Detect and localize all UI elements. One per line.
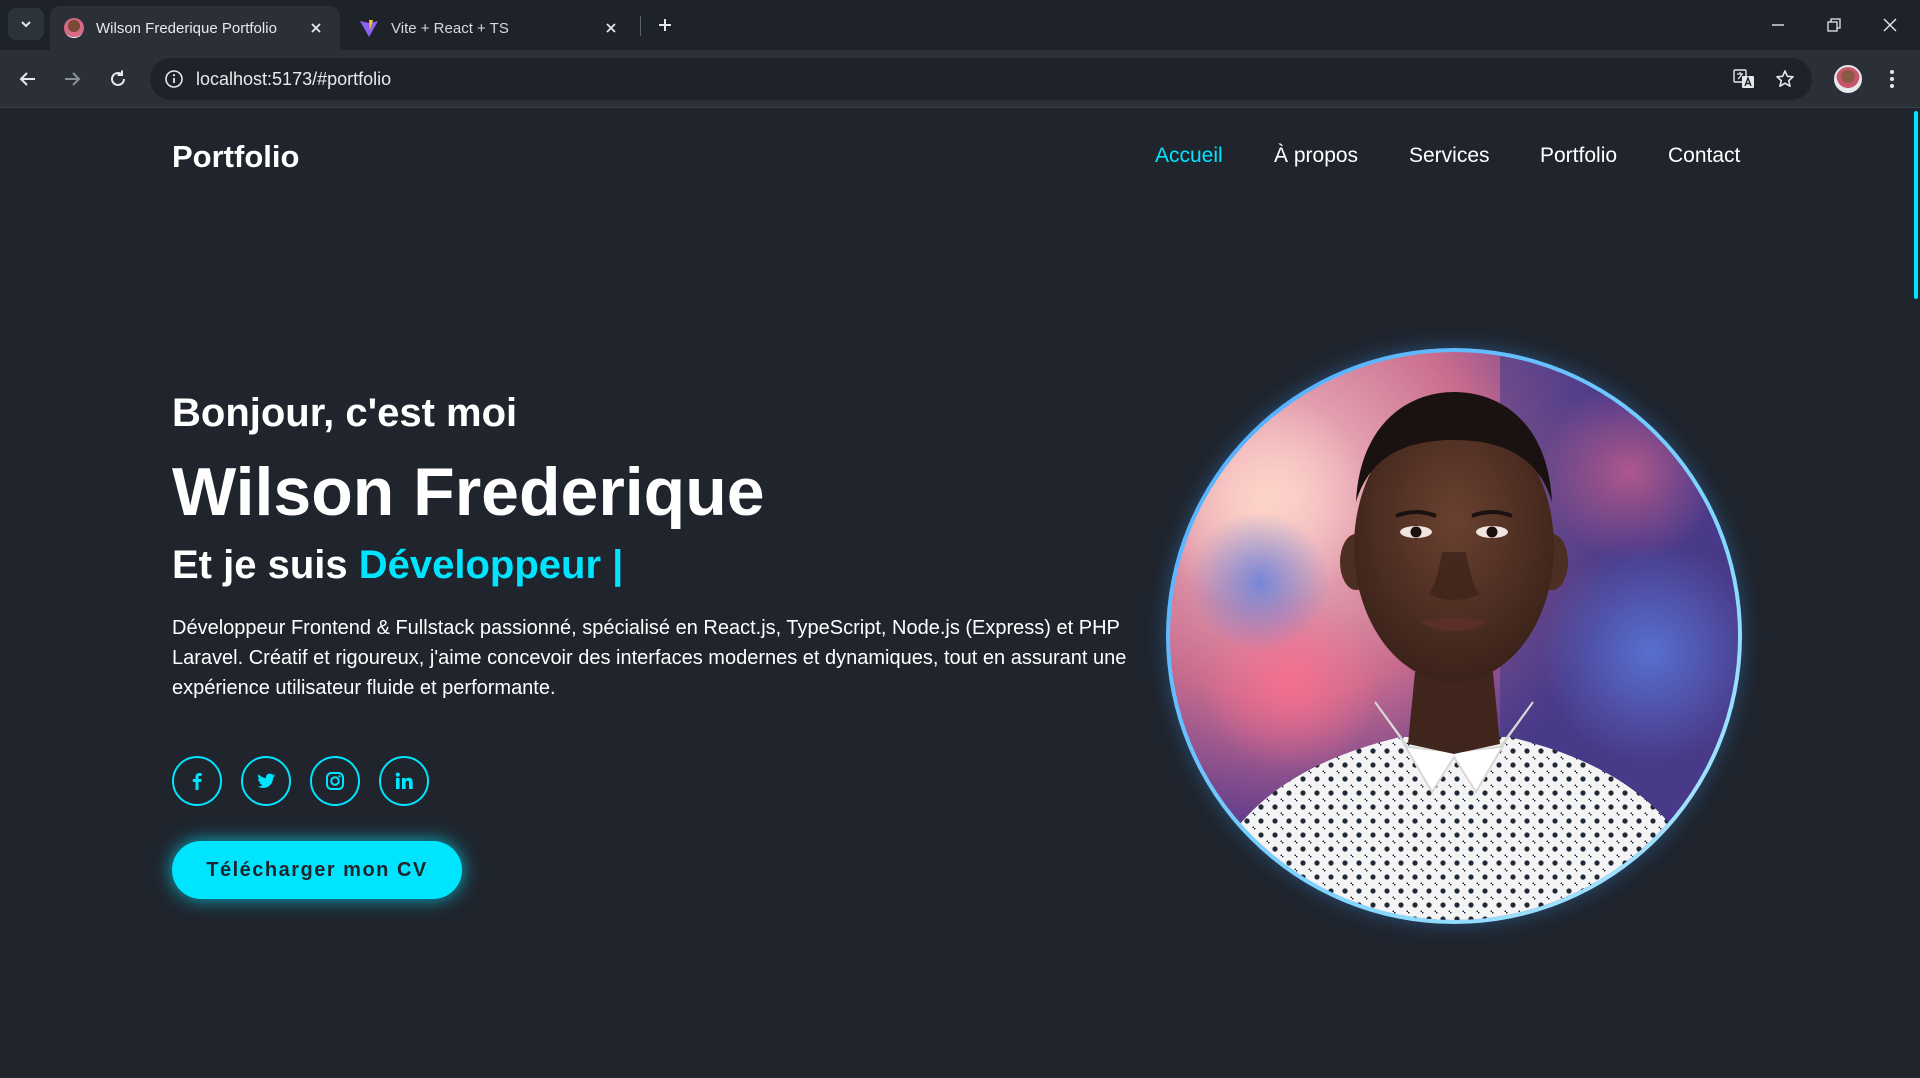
tab-title: Vite + React + TS: [391, 19, 509, 37]
page-viewport: Portfolio Accueil À propos Services Port…: [0, 109, 1920, 1078]
instagram-link[interactable]: [310, 756, 360, 806]
site-logo[interactable]: Portfolio: [172, 139, 299, 175]
reload-icon: [111, 70, 125, 86]
address-bar[interactable]: localhost:5173/#portfolio: [150, 58, 1812, 100]
bookmark-star-icon[interactable]: [1773, 67, 1797, 91]
profile-avatar[interactable]: [1834, 65, 1862, 93]
hero-name: Wilson Frederique: [172, 454, 765, 530]
instagram-icon: [326, 772, 344, 790]
twitter-link[interactable]: [241, 756, 291, 806]
arrow-right-icon: [65, 72, 81, 86]
linkedin-icon: [395, 772, 413, 789]
facebook-icon: [192, 773, 202, 790]
twitter-icon: [257, 773, 276, 788]
more-menu-icon[interactable]: [1878, 65, 1906, 93]
forward-button[interactable]: [54, 61, 90, 97]
chevron-down-icon: [21, 21, 31, 28]
hero-role: Et je suis Développeur |: [172, 543, 623, 588]
facebook-link[interactable]: [172, 756, 222, 806]
tab-title: Wilson Frederique Portfolio: [96, 19, 277, 37]
browser-tab-bar: Wilson Frederique Portfolio Vite + React…: [0, 0, 1920, 50]
new-tab-button[interactable]: [650, 10, 680, 40]
hero-role-typed: Développeur |: [358, 543, 624, 587]
reload-button[interactable]: [100, 61, 136, 97]
restore-button[interactable]: [1806, 0, 1862, 50]
tab-search-button[interactable]: [8, 8, 44, 40]
minimize-button[interactable]: [1750, 0, 1806, 50]
browser-tab-vite[interactable]: Vite + React + TS: [345, 6, 635, 50]
hero-greeting: Bonjour, c'est moi: [172, 391, 518, 435]
tab-separator: [640, 16, 641, 36]
download-cv-button[interactable]: Télécharger mon CV: [172, 841, 462, 899]
url-text[interactable]: localhost:5173/#portfolio: [196, 69, 391, 90]
translate-icon[interactable]: [1732, 67, 1756, 91]
minimize-icon: [1772, 24, 1784, 26]
nav-a-propos[interactable]: À propos: [1274, 144, 1358, 168]
nav-accueil[interactable]: Accueil: [1155, 144, 1223, 168]
nav-contact[interactable]: Contact: [1668, 144, 1740, 168]
nav-portfolio[interactable]: Portfolio: [1540, 144, 1617, 168]
restore-icon: [1827, 18, 1841, 32]
close-icon[interactable]: [306, 18, 326, 38]
linkedin-link[interactable]: [379, 756, 429, 806]
back-button[interactable]: [10, 61, 46, 97]
window-close-button[interactable]: [1862, 0, 1918, 50]
browser-toolbar: localhost:5173/#portfolio: [0, 50, 1920, 108]
profile-photo-frame: [1166, 348, 1742, 924]
close-icon[interactable]: [601, 18, 621, 38]
vite-logo-icon: [359, 18, 379, 38]
profile-photo: [1170, 352, 1738, 920]
nav-services[interactable]: Services: [1409, 144, 1490, 168]
arrow-left-icon: [19, 72, 35, 86]
avatar-favicon-icon: [64, 18, 84, 38]
close-icon: [1883, 18, 1897, 32]
hero-bio: Développeur Frontend & Fullstack passion…: [172, 617, 1127, 699]
scrollbar-thumb[interactable]: [1914, 111, 1918, 299]
hero-role-prefix: Et je suis: [172, 543, 348, 587]
plus-icon: [659, 19, 671, 31]
site-info-icon[interactable]: [162, 67, 186, 91]
browser-tab-portfolio[interactable]: Wilson Frederique Portfolio: [50, 6, 340, 50]
